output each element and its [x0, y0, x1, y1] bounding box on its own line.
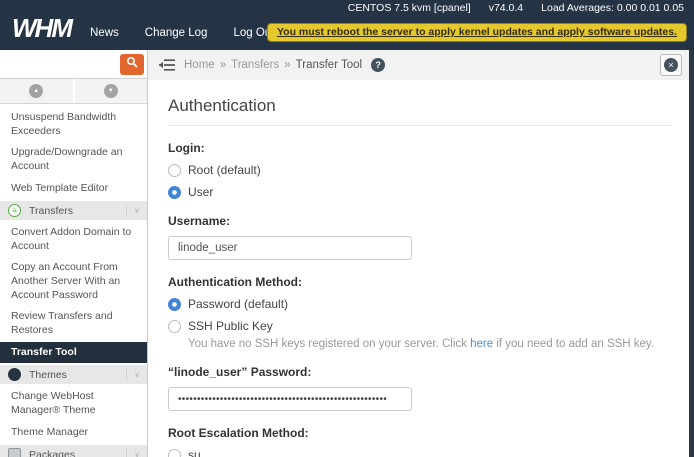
sidebar-item-transfer-tool[interactable]: Transfer Tool [0, 342, 147, 364]
breadcrumb-separator: » [220, 59, 226, 71]
status-os: CENTOS 7.5 kvm [cpanel] [348, 2, 471, 14]
server-status: CENTOS 7.5 kvm [cpanel] v74.0.4 Load Ave… [348, 2, 684, 14]
packages-icon [8, 448, 21, 457]
radio-label: SSH Public Key [188, 319, 273, 333]
login-label: Login: [168, 141, 672, 155]
login-radio-group: Root (default) User [168, 163, 672, 199]
main-panel: Home » Transfers » Transfer Tool ? × Aut… [148, 50, 694, 457]
sidebar-search-bar [0, 50, 147, 79]
auth-method-label: Authentication Method: [168, 275, 672, 289]
radio-label: Root (default) [188, 163, 261, 177]
help-icon[interactable]: ? [371, 58, 385, 72]
transfers-icon: ≡ [8, 204, 21, 217]
auth-method-radio-group: Password (default) SSH Public Key [168, 297, 672, 333]
chevron-down-icon[interactable]: ∨ [126, 369, 147, 380]
scroll-up-button[interactable]: ▲ [0, 79, 73, 103]
menu-item-news[interactable]: News [90, 27, 119, 39]
vertical-scrollbar[interactable] [689, 50, 694, 457]
sidebar-item-change-webhost-manager-theme[interactable]: Change WebHost Manager® Theme [0, 386, 147, 421]
sidebar-pager: ▲ ▼ [0, 79, 147, 104]
sidebar-item-upgrade-downgrade-an-account[interactable]: Upgrade/Downgrade an Account [0, 142, 147, 177]
radio-option-root-default[interactable]: Root (default) [168, 163, 672, 177]
username-input[interactable] [168, 236, 412, 260]
whm-logo[interactable]: WHM [12, 13, 71, 44]
sidebar-item-copy-an-account-from-another-server-with-an-account-password[interactable]: Copy an Account From Another Server With… [0, 257, 147, 306]
radio-label: Password (default) [188, 297, 288, 311]
themes-icon [8, 368, 21, 381]
sidebar-item-review-transfers-and-restores[interactable]: Review Transfers and Restores [0, 306, 147, 341]
radio-option-user[interactable]: User [168, 185, 672, 199]
radio-unselected-icon[interactable] [168, 449, 181, 457]
breadcrumb-home[interactable]: Home [184, 59, 215, 71]
status-load-averages: Load Averages: 0.00 0.01 0.05 [541, 2, 684, 14]
sidebar-item-web-template-editor[interactable]: Web Template Editor [0, 178, 147, 200]
breadcrumb-transfer-tool: Transfer Tool [296, 59, 362, 71]
breadcrumb-transfers[interactable]: Transfers [231, 59, 279, 71]
radio-option-password-default[interactable]: Password (default) [168, 297, 672, 311]
sidebar-section-packages[interactable]: Packages∨ [0, 445, 147, 457]
escalation-radio-group: susudo [168, 448, 672, 457]
sidebar-section-label: Transfers [29, 205, 126, 217]
sidebar: ▲ ▼ Unsuspend Bandwidth ExceedersUpgrade… [0, 50, 148, 457]
arrow-down-icon: ▼ [104, 84, 118, 98]
close-icon: × [664, 58, 678, 72]
chevron-down-icon[interactable]: ∨ [126, 449, 147, 457]
sidebar-section-label: Themes [29, 369, 126, 381]
collapse-sidebar-icon[interactable] [158, 59, 175, 71]
sidebar-section-transfers[interactable]: ≡ Transfers∨ [0, 201, 147, 220]
close-button[interactable]: × [660, 54, 682, 76]
whm-app: CENTOS 7.5 kvm [cpanel] v74.0.4 Load Ave… [0, 0, 694, 457]
search-input[interactable] [6, 52, 120, 76]
radio-label: su [188, 448, 201, 457]
radio-selected-icon[interactable] [168, 186, 181, 199]
authentication-heading: Authentication [168, 96, 672, 126]
radio-unselected-icon[interactable] [168, 164, 181, 177]
sidebar-section-themes[interactable]: Themes∨ [0, 365, 147, 384]
status-version: v74.0.4 [489, 2, 523, 14]
search-button[interactable] [120, 54, 144, 75]
breadcrumb: Home » Transfers » Transfer Tool [184, 59, 362, 71]
ssh-key-note: You have no SSH keys registered on your … [188, 338, 672, 350]
password-input[interactable] [168, 387, 412, 411]
radio-option-su[interactable]: su [168, 448, 672, 457]
breadcrumb-bar: Home » Transfers » Transfer Tool ? × [148, 50, 694, 80]
radio-unselected-icon[interactable] [168, 320, 181, 333]
radio-selected-icon[interactable] [168, 298, 181, 311]
sidebar-item-convert-addon-domain-to-account[interactable]: Convert Addon Domain to Account [0, 222, 147, 257]
radio-option-ssh-public-key[interactable]: SSH Public Key [168, 319, 672, 333]
scroll-down-button[interactable]: ▼ [73, 79, 148, 103]
sidebar-nav: Unsuspend Bandwidth ExceedersUpgrade/Dow… [0, 104, 147, 457]
transfer-tool-form: Authentication Login: Root (default) User… [148, 80, 694, 457]
breadcrumb-separator: » [284, 59, 290, 71]
sidebar-item-unsuspend-bandwidth-exceeders[interactable]: Unsuspend Bandwidth Exceeders [0, 107, 147, 142]
escalation-method-label: Root Escalation Method: [168, 426, 672, 440]
sidebar-section-label: Packages [29, 449, 126, 457]
top-navbar: CENTOS 7.5 kvm [cpanel] v74.0.4 Load Ave… [0, 0, 694, 50]
menu-item-change-log[interactable]: Change Log [145, 27, 208, 39]
sidebar-item-theme-manager[interactable]: Theme Manager [0, 422, 147, 444]
search-icon [126, 55, 138, 73]
radio-label: User [188, 185, 213, 199]
reboot-warning-banner[interactable]: You must reboot the server to apply kern… [267, 23, 687, 42]
arrow-up-icon: ▲ [29, 84, 43, 98]
password-label: “linode_user” Password: [168, 365, 672, 379]
chevron-down-icon[interactable]: ∨ [126, 205, 147, 216]
add-ssh-key-link[interactable]: here [470, 338, 493, 350]
username-label: Username: [168, 214, 672, 228]
